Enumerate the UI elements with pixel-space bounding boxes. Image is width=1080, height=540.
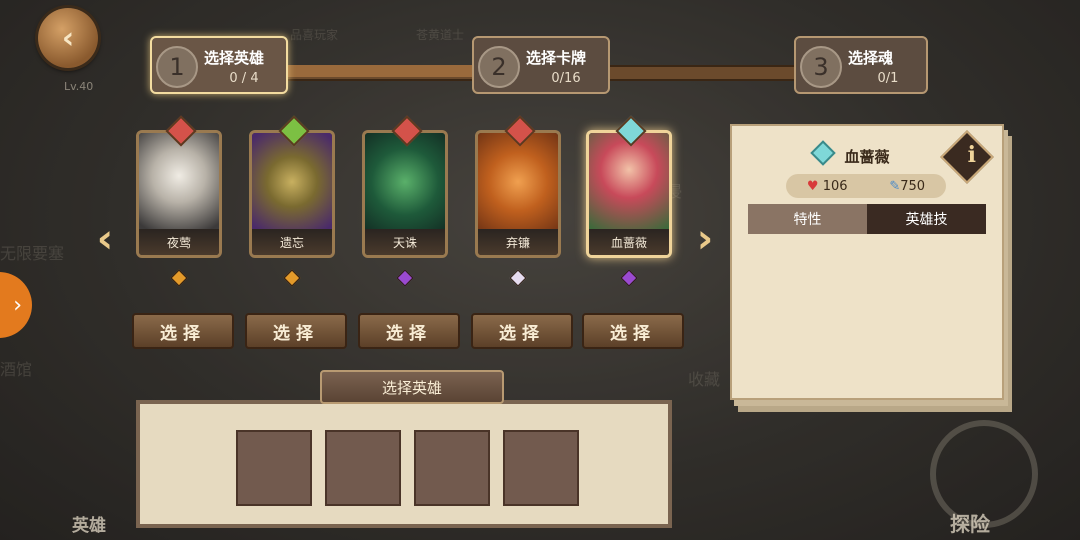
step-label: 选择魂 <box>848 49 894 67</box>
step-count: 0/1 <box>877 71 899 86</box>
tab-hero-skill[interactable]: 英雄技 <box>867 204 986 234</box>
chevron-right-icon: › <box>13 292 22 318</box>
step-count: 0/16 <box>551 71 581 86</box>
hero-card[interactable]: 弃镰 <box>475 130 561 258</box>
hero-card-slot: 血蔷薇 选择 <box>582 115 684 349</box>
scroll-icon: ✎ <box>889 178 901 194</box>
hero-card-slot: 夜莺 选择 <box>132 115 234 349</box>
step-select-soul[interactable]: 3 选择魂 0/1 <box>794 36 928 94</box>
empty-hero-slot[interactable] <box>503 430 579 506</box>
selected-heroes-panel <box>136 400 672 528</box>
selection-title: 选择英雄 <box>320 370 504 404</box>
hp-value: 106 <box>822 178 848 194</box>
back-arrow-icon: ‹ <box>61 20 75 56</box>
step-number: 3 <box>800 46 842 88</box>
hero-name: 天诛 <box>365 229 445 255</box>
hero-name: 遗忘 <box>252 229 332 255</box>
empty-hero-slot[interactable] <box>236 430 312 506</box>
hero-card-slot: 遗忘 选择 <box>245 115 347 349</box>
empty-hero-slot[interactable] <box>414 430 490 506</box>
hero-info-panel: 血蔷薇 i ♥ 106 ✎750 特性 英雄技 <box>730 124 1004 400</box>
hero-card-slot: 天诛 选择 <box>358 115 460 349</box>
hero-info-tabs: 特性 英雄技 <box>748 204 986 234</box>
nav-explore[interactable]: 探险 <box>950 508 990 537</box>
nav-heroes[interactable]: 英雄 <box>72 511 106 536</box>
step-label: 选择英雄 <box>204 49 265 67</box>
chevron-right-icon: › <box>696 216 714 262</box>
hero-card[interactable]: 夜莺 <box>136 130 222 258</box>
step-select-cards[interactable]: 2 选择卡牌 0/16 <box>472 36 610 94</box>
step-select-hero[interactable]: 1 选择英雄 0 / 4 <box>150 36 288 94</box>
hero-card-selected[interactable]: 血蔷薇 <box>586 130 672 258</box>
player-level: Lv.40 <box>64 80 94 93</box>
hero-card-slot: 弃镰 选择 <box>471 115 573 349</box>
step-count: 0 / 4 <box>229 71 259 86</box>
hero-name: 弃镰 <box>478 229 558 255</box>
hero-name: 血蔷薇 <box>589 229 669 255</box>
hp-stat: ♥ 106 <box>807 179 848 194</box>
heart-icon: ♥ <box>806 178 819 194</box>
empty-hero-slot[interactable] <box>325 430 401 506</box>
chevron-left-icon: ‹ <box>96 216 114 262</box>
hero-card[interactable]: 遗忘 <box>249 130 335 258</box>
step-label: 选择卡牌 <box>526 49 587 67</box>
pick-hero-button[interactable]: 选择 <box>132 313 234 349</box>
hero-name: 夜莺 <box>139 229 219 255</box>
hero-card[interactable]: 天诛 <box>362 130 448 258</box>
mana-stat: ✎750 <box>889 179 925 194</box>
tab-traits[interactable]: 特性 <box>748 204 867 234</box>
pick-hero-button[interactable]: 选择 <box>471 313 573 349</box>
info-icon: i <box>967 142 976 168</box>
step-number: 1 <box>156 46 198 88</box>
step-number: 2 <box>478 46 520 88</box>
back-button[interactable]: ‹ <box>38 8 98 68</box>
pick-hero-button[interactable]: 选择 <box>358 313 460 349</box>
mana-value: 750 <box>900 178 926 194</box>
carousel-next-button[interactable]: › <box>688 215 722 263</box>
pick-hero-button[interactable]: 选择 <box>582 313 684 349</box>
carousel-prev-button[interactable]: ‹ <box>88 215 122 263</box>
pick-hero-button[interactable]: 选择 <box>245 313 347 349</box>
hero-stats: ♥ 106 ✎750 <box>786 174 946 198</box>
